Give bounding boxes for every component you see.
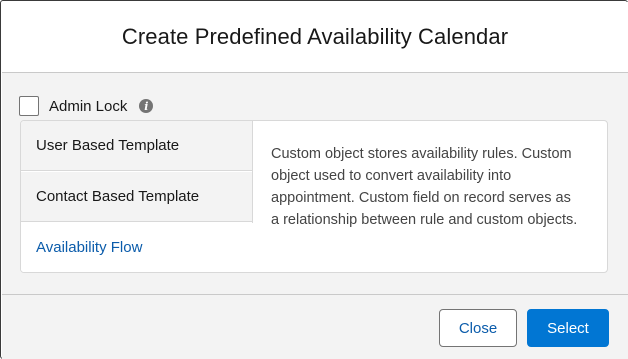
- admin-lock-label: Admin Lock: [49, 97, 128, 115]
- modal-footer: Close Select: [2, 294, 628, 359]
- modal-header: Create Predefined Availability Calendar: [2, 2, 628, 73]
- nav-item-label: User Based Template: [36, 137, 180, 154]
- modal-title: Create Predefined Availability Calendar: [121, 24, 509, 49]
- close-button[interactable]: Close: [439, 309, 517, 347]
- template-description: Custom object stores availability rules.…: [271, 146, 578, 228]
- template-nav: User Based Template Contact Based Templa…: [21, 121, 253, 272]
- admin-lock-row: Admin Lock i: [19, 96, 154, 116]
- nav-item-label: Contact Based Template: [36, 188, 200, 205]
- nav-item-user-based-template[interactable]: User Based Template: [21, 121, 252, 171]
- nav-item-contact-based-template[interactable]: Contact Based Template: [21, 172, 252, 222]
- modal-body: Admin Lock i User Based Template Contact…: [2, 73, 628, 294]
- select-button[interactable]: Select: [527, 309, 609, 347]
- nav-item-label: Availability Flow: [36, 239, 143, 256]
- info-icon[interactable]: i: [139, 99, 154, 113]
- modal-dialog: Create Predefined Availability Calendar …: [0, 0, 628, 359]
- template-panel: User Based Template Contact Based Templa…: [20, 120, 608, 273]
- nav-item-availability-flow[interactable]: Availability Flow: [21, 223, 253, 272]
- admin-lock-checkbox[interactable]: [19, 96, 39, 116]
